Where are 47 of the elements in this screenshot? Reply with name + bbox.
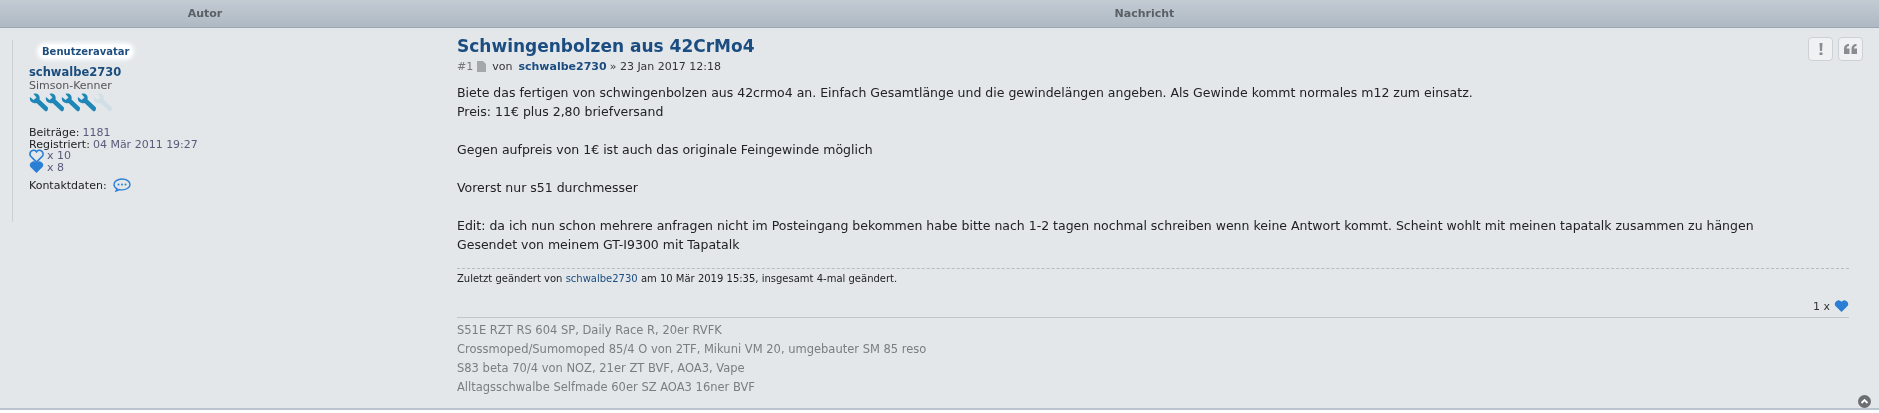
wrench-icon [61, 93, 81, 113]
stat-value: x 8 [47, 160, 64, 174]
byline-text: von [492, 60, 513, 73]
user-link[interactable]: schwalbe2730 [565, 273, 638, 284]
wrench-icon [29, 93, 49, 113]
column-header: Nachricht [1113, 6, 1176, 22]
stat-value: 04 Mär 2011 19:27 [92, 137, 198, 151]
like-count: 1 x [1813, 299, 1830, 313]
exclamation-icon [1818, 43, 1823, 55]
heart-icon [1834, 299, 1849, 313]
contact-link[interactable] [112, 178, 131, 192]
post-title[interactable]: Schwingenbolzen aus 42CrMo4 [457, 36, 755, 56]
quote-icon [1844, 44, 1857, 54]
stat-value: x 10 [47, 149, 71, 163]
report-button[interactable] [1808, 37, 1833, 61]
stat-label: Beiträge: [29, 126, 80, 140]
wrench-icon [93, 93, 113, 113]
column-header: Autor [186, 6, 224, 22]
stat-label: Kontaktdaten: [29, 178, 107, 192]
signature-text: Crossmoped/Sumomoped 85/4 O von 2TF, Mikuni VM 20, umgebauter SM 85 reso [457, 341, 928, 358]
speech-bubble-icon [112, 178, 131, 192]
heart-icon [29, 160, 44, 175]
username-link[interactable]: schwalbe2730 [29, 65, 122, 79]
quote-button[interactable] [1838, 37, 1863, 61]
wrench-icon [45, 93, 65, 113]
rank-title: Simson-Kenner [29, 79, 112, 92]
document-icon [477, 61, 487, 72]
post-text: Gegen aufpreis von 1€ ist auch das originale Feingewinde möglich [457, 141, 874, 159]
scroll-top-button[interactable] [1858, 395, 1871, 408]
signature-text: Alltagsschwalbe Selfmade 60er SZ AOA3 16ner BVF [457, 379, 756, 396]
post-text: Preis: 11€ plus 2,80 briefversand [457, 103, 665, 121]
heart-outline-icon [29, 148, 44, 163]
edit-note: Zuletzt geändert von schwalbe2730 am 10 Mär 2019 15:35, insgesamt 4-mal geändert. [457, 268, 1849, 299]
post-text: Biete das fertigen von schwingenbolzen aus 42crmo4 an. Einfach Gesamtlänge und die gewindelängen angeben. Als Gewinde kommt normales m12 zum einsatz. [457, 84, 1474, 102]
post-number-link[interactable]: #1 [457, 60, 474, 73]
avatar-label: Benutzeravatar [39, 45, 133, 58]
signature-text: S51E RZT RS 604 SP, Daily Race R, 20er RVFK [457, 322, 723, 339]
post-text: Gesendet von meinem GT-I9300 mit Tapatalk [457, 236, 741, 254]
signature-text: S83 beta 70/4 von NOZ, 21er ZT BVF, AOA3, Vape [457, 360, 746, 377]
chevron-up-icon [1858, 395, 1871, 408]
stat-value: 1181 [82, 126, 111, 140]
post-text: Vorerst nur s51 durchmesser [457, 179, 639, 197]
wrench-icon [77, 93, 97, 113]
stat-label: Registriert: [29, 137, 90, 151]
post-date: » 23 Jan 2017 12:18 [609, 60, 722, 73]
post-text: Edit: da ich nun schon mehrere anfragen nicht im Posteingang bekommen habe bitte nach 1-2 tagen nochmal schreiben wenn keine Antwort kommt. Scheint wohlt mit meinen tapatalk zusammen zu hängen [457, 217, 1755, 235]
author-link[interactable]: schwalbe2730 [518, 60, 607, 73]
